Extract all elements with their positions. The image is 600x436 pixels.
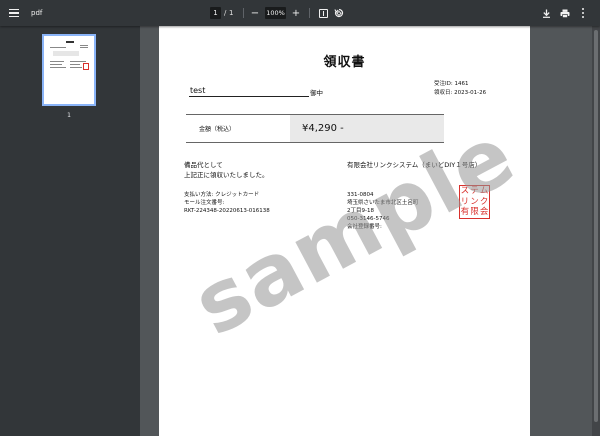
address-line-2: 2丁目9-18 xyxy=(347,208,374,214)
mall-order-number: RKT-224348-20220613-016138 xyxy=(184,208,270,214)
thumbnail-sidebar: 1 xyxy=(0,26,140,436)
postal-code: 331-0804 xyxy=(347,192,374,198)
addressee-name: test xyxy=(190,86,206,95)
zoom-level-input[interactable]: 100% xyxy=(265,7,286,19)
issuer-name: 有限会社リンクシステム（まいどDIY１号店） xyxy=(347,161,482,169)
zoom-out-button[interactable]: − xyxy=(250,0,260,26)
rotate-icon[interactable] xyxy=(333,0,344,26)
order-id: 受注ID: 1461 xyxy=(434,81,469,87)
print-icon[interactable] xyxy=(559,0,571,26)
receipt-title: 領収書 xyxy=(323,55,366,70)
address: 埼玉県さいたま市北区土呂町 xyxy=(347,200,419,206)
total-pages: 1 xyxy=(229,9,234,17)
addressee-underline xyxy=(189,96,309,97)
toolbar-divider xyxy=(243,8,244,18)
download-icon[interactable] xyxy=(540,0,552,26)
page-number-input[interactable]: 1 xyxy=(210,7,221,19)
page-separator: / xyxy=(224,9,227,17)
pdf-toolbar: pdf 1 / 1 − 100% + xyxy=(0,0,600,26)
amount-value: ¥4,290 - xyxy=(302,123,344,134)
payment-method: 支払い方法: クレジットカード xyxy=(184,192,260,198)
toolbar-divider xyxy=(309,8,310,18)
purpose-text: 備品代として 上記正に領収いたしました。 xyxy=(184,160,269,180)
mall-order-label: モール注文番号: xyxy=(184,200,225,206)
thumbnail-page-number: 1 xyxy=(67,112,71,119)
phone-number: 050-3146-5746 xyxy=(347,216,390,222)
document-title: pdf xyxy=(31,9,43,17)
menu-icon[interactable] xyxy=(9,0,23,26)
honorific: 御中 xyxy=(310,89,323,97)
scrollbar-thumb[interactable] xyxy=(594,30,598,422)
page-thumbnail[interactable] xyxy=(42,34,96,106)
payment-details: 支払い方法: クレジットカード モール注文番号: RKT-224348-2022… xyxy=(184,191,270,215)
amount-label: 金額（税込） xyxy=(199,126,236,133)
pdf-page: 領収書 test 御中 受注ID: 1461 領収日: 2023-01-26 金… xyxy=(159,26,530,436)
purpose-line-2: 上記正に領収いたしました。 xyxy=(184,171,269,179)
purpose-line-1: 備品代として xyxy=(184,161,223,169)
fit-page-icon[interactable] xyxy=(318,0,328,26)
zoom-in-button[interactable]: + xyxy=(291,0,301,26)
issuer-info: 331-0804 埼玉県さいたま市北区土呂町 2丁目9-18 050-3146-… xyxy=(347,191,418,231)
issue-date: 領収日: 2023-01-26 xyxy=(434,90,487,96)
more-options-icon[interactable] xyxy=(578,0,588,26)
registration-label: 会社登録番号: xyxy=(347,224,382,230)
amount-box: 金額（税込） ¥4,290 - xyxy=(186,114,444,143)
company-seal-stamp: ステム リンク 有限会 xyxy=(459,185,490,219)
